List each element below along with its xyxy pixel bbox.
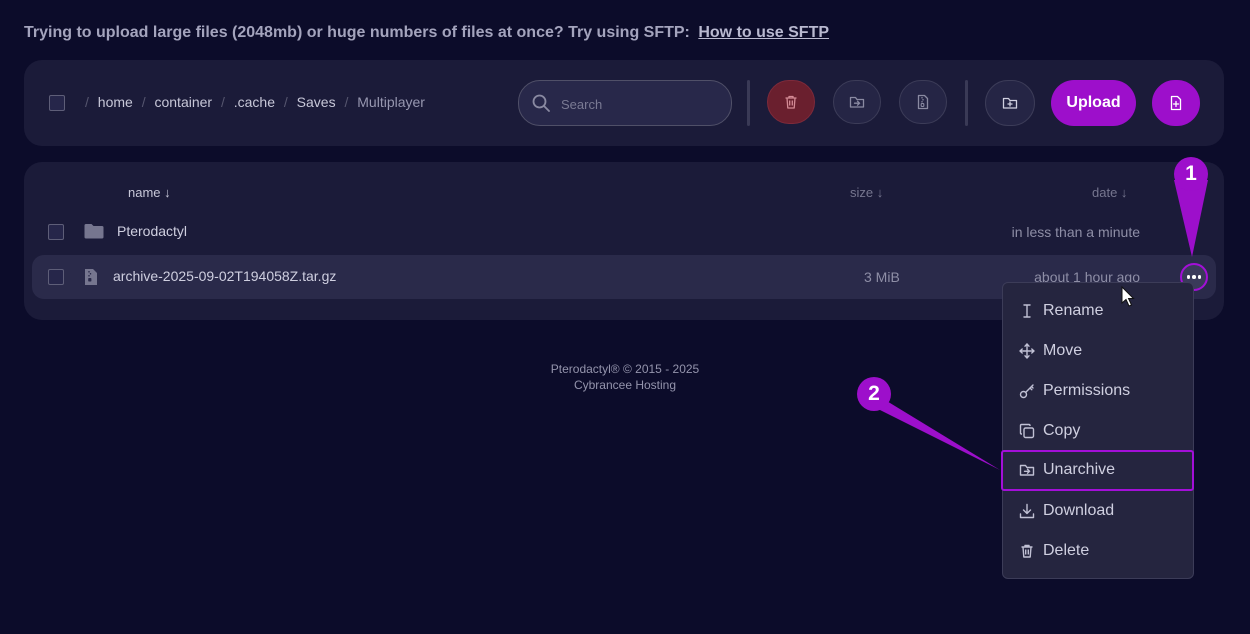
menu-item-copy[interactable]: Copy <box>1003 411 1193 451</box>
breadcrumb: / home / container / .cache / Saves / Mu… <box>80 94 425 110</box>
breadcrumb-separator: / <box>85 94 89 110</box>
breadcrumb-separator: / <box>283 94 288 110</box>
folder-icon <box>84 224 104 239</box>
breadcrumb-container[interactable]: container <box>154 94 212 110</box>
menu-item-label: Unarchive <box>1043 461 1116 478</box>
more-dot <box>1197 275 1202 279</box>
menu-item-label: Copy <box>1043 422 1081 439</box>
upload-button[interactable]: Upload <box>1051 80 1136 126</box>
more-dot <box>1186 275 1191 279</box>
menu-item-move[interactable]: Move <box>1003 331 1193 371</box>
toolbar-divider <box>965 80 968 126</box>
sftp-notice-text: Trying to upload large files (2048mb) or… <box>24 24 690 41</box>
new-file-icon <box>1170 95 1182 111</box>
menu-item-unarchive[interactable]: Unarchive <box>1001 450 1194 491</box>
move-selected-button[interactable] <box>833 80 881 124</box>
sftp-notice: Trying to upload large files (2048mb) or… <box>24 24 829 42</box>
annotation-step-1: 1 <box>1174 157 1208 191</box>
file-name: archive-2025-09-02T194058Z.tar.gz <box>113 268 337 284</box>
archive-file-icon <box>85 269 97 285</box>
breadcrumb-home[interactable]: home <box>98 94 133 110</box>
folder-open-icon <box>1019 464 1035 476</box>
new-folder-icon <box>1002 97 1018 109</box>
breadcrumb-separator: / <box>220 94 225 110</box>
file-row-folder[interactable]: Pterodactyl in less than a minute <box>32 210 1216 254</box>
search-icon <box>532 94 550 112</box>
column-header-date[interactable]: date ↓ <box>1092 185 1127 200</box>
menu-item-delete[interactable]: Delete <box>1003 531 1193 571</box>
trash-icon <box>785 95 797 109</box>
menu-item-download[interactable]: Download <box>1003 491 1193 531</box>
file-size: 3 MiB <box>864 269 900 285</box>
text-cursor-icon <box>1023 304 1031 318</box>
annotation-step-2: 2 <box>857 377 891 411</box>
toolbar-divider <box>747 80 750 126</box>
create-folder-button[interactable] <box>985 80 1035 126</box>
archive-icon <box>917 94 929 110</box>
file-date: in less than a minute <box>1011 224 1140 240</box>
new-file-button[interactable] <box>1152 80 1200 126</box>
row-checkbox[interactable] <box>48 269 64 285</box>
breadcrumb-separator: / <box>141 94 146 110</box>
key-icon <box>1019 384 1034 399</box>
select-all-checkbox[interactable] <box>49 95 65 111</box>
breadcrumb-separator: / <box>344 94 349 110</box>
breadcrumb-saves[interactable]: Saves <box>297 94 336 110</box>
file-toolbar: / home / container / .cache / Saves / Mu… <box>24 60 1224 146</box>
file-name: Pterodactyl <box>117 223 188 239</box>
row-checkbox[interactable] <box>48 224 64 240</box>
menu-item-label: Permissions <box>1043 382 1131 399</box>
archive-selected-button[interactable] <box>899 80 947 124</box>
delete-selected-button[interactable] <box>767 80 815 124</box>
menu-item-label: Download <box>1043 502 1115 519</box>
search-input[interactable] <box>559 93 723 115</box>
sftp-help-link[interactable]: How to use SFTP <box>698 24 829 41</box>
menu-item-permissions[interactable]: Permissions <box>1003 371 1193 411</box>
move-icon <box>849 96 865 108</box>
search-box[interactable] <box>518 80 732 126</box>
file-context-menu: Rename Move Permissions Copy Unarchive D… <box>1001 282 1194 579</box>
menu-item-rename[interactable]: Rename <box>1003 291 1193 331</box>
column-header-size[interactable]: size ↓ <box>850 185 883 200</box>
menu-item-label: Move <box>1043 342 1083 359</box>
breadcrumb-cache[interactable]: .cache <box>234 94 275 110</box>
menu-item-label: Rename <box>1043 302 1104 319</box>
menu-item-label: Delete <box>1043 542 1090 559</box>
trash-icon <box>1021 544 1033 558</box>
download-icon <box>1019 503 1035 519</box>
column-header-name[interactable]: name ↓ <box>128 185 171 200</box>
breadcrumb-current: Multiplayer <box>357 94 425 110</box>
arrows-move-icon <box>1019 343 1035 359</box>
more-dot <box>1192 275 1196 279</box>
copy-icon <box>1019 423 1035 439</box>
